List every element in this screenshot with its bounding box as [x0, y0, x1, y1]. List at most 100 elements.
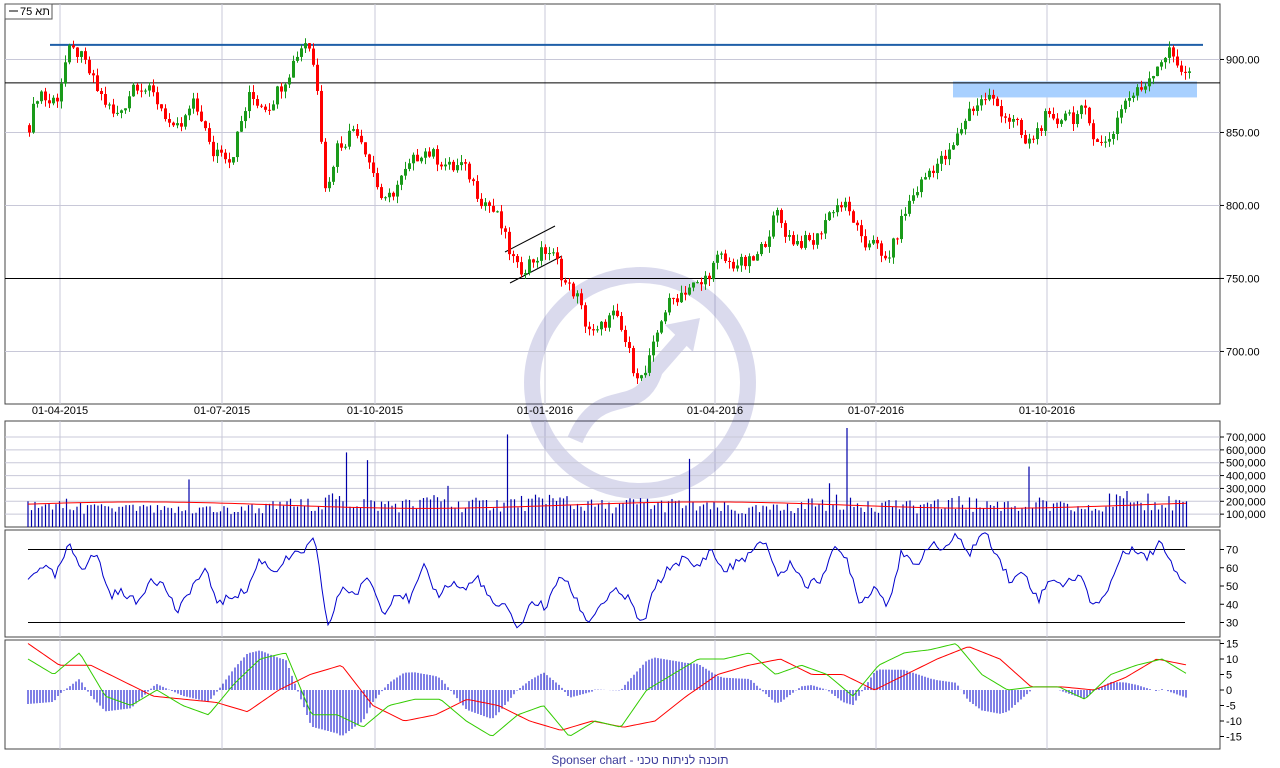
candle — [544, 247, 547, 254]
candle — [940, 155, 943, 164]
candle — [636, 373, 639, 379]
candle — [560, 258, 563, 281]
candle — [724, 253, 727, 261]
candle — [156, 92, 159, 105]
candle — [476, 181, 479, 199]
candle — [320, 90, 323, 142]
candle — [1032, 138, 1035, 140]
candle — [532, 259, 535, 263]
y-tick-label: 40 — [1226, 599, 1238, 611]
candle — [152, 85, 155, 93]
y-tick-label: 850.00 — [1226, 127, 1260, 139]
candle — [568, 282, 571, 284]
candle — [792, 235, 795, 245]
candle — [784, 223, 787, 237]
candle — [416, 154, 419, 162]
candle — [64, 62, 67, 84]
candle — [1044, 111, 1047, 131]
candle — [832, 212, 835, 214]
candle — [1172, 47, 1175, 57]
candle — [996, 98, 999, 107]
candle — [692, 282, 695, 288]
candle — [632, 348, 635, 374]
candle — [472, 179, 475, 182]
candle — [728, 260, 731, 262]
candle — [564, 280, 567, 283]
candle — [1092, 123, 1095, 140]
y-tick-label: 10 — [1226, 654, 1238, 666]
candle — [680, 292, 683, 303]
candle — [716, 254, 719, 263]
candle — [684, 292, 687, 295]
candle — [308, 43, 311, 49]
candle — [440, 164, 443, 167]
candle — [976, 105, 979, 112]
candle — [288, 77, 291, 85]
candle — [800, 241, 803, 248]
y-tick-label: 70 — [1226, 545, 1238, 557]
candle — [188, 108, 191, 116]
panel-frame — [4, 3, 1221, 405]
candle — [396, 184, 399, 197]
candle — [276, 86, 279, 105]
candle — [828, 212, 831, 221]
candle — [172, 122, 175, 126]
candle — [1060, 120, 1063, 124]
candle — [596, 329, 599, 331]
candle — [868, 243, 871, 248]
candle — [424, 151, 427, 158]
candle — [1116, 117, 1119, 134]
y-tick-label: 700.00 — [1226, 346, 1260, 358]
candle — [588, 326, 591, 330]
candle — [160, 104, 163, 109]
candle — [1088, 107, 1091, 124]
candle — [460, 162, 463, 166]
candle — [860, 225, 863, 237]
y-tick-label: 800.00 — [1226, 200, 1260, 212]
candle — [60, 83, 63, 102]
y-tick-label: -5 — [1226, 701, 1236, 713]
candle — [1072, 112, 1075, 125]
y-tick-label: 50 — [1226, 581, 1238, 593]
candle — [556, 252, 559, 259]
candle — [656, 332, 659, 342]
candle — [1176, 56, 1179, 66]
candle — [988, 94, 991, 100]
candle — [364, 142, 367, 155]
y-tick-label: 500,000 — [1226, 458, 1266, 470]
candle — [352, 129, 355, 131]
candle — [504, 228, 507, 232]
x-tick-label: 01-04-2015 — [32, 405, 88, 417]
candle — [696, 282, 699, 284]
y-tick-label: 750.00 — [1226, 273, 1260, 285]
candle — [640, 375, 643, 379]
candle — [344, 146, 347, 148]
candle — [428, 151, 431, 157]
candle — [164, 108, 167, 120]
candle — [644, 372, 647, 376]
candle — [512, 254, 515, 257]
candle — [964, 120, 967, 130]
candle — [808, 235, 811, 241]
candle — [464, 162, 467, 164]
candle — [540, 247, 543, 261]
candle — [228, 159, 231, 163]
candle — [528, 259, 531, 274]
x-tick-label: 01-01-2016 — [517, 405, 573, 417]
candle — [700, 282, 703, 285]
candle — [748, 256, 751, 267]
candle — [876, 239, 879, 244]
x-tick-label: 01-10-2016 — [1019, 405, 1075, 417]
candle — [1024, 134, 1027, 144]
candle — [948, 149, 951, 160]
candle — [208, 128, 211, 142]
candle — [452, 161, 455, 171]
candle — [924, 177, 927, 180]
candle — [1080, 105, 1083, 115]
candle — [900, 215, 903, 240]
candle — [496, 211, 499, 213]
candle — [120, 110, 123, 113]
candle — [436, 149, 439, 165]
candle — [1064, 113, 1067, 121]
candle — [688, 287, 691, 295]
